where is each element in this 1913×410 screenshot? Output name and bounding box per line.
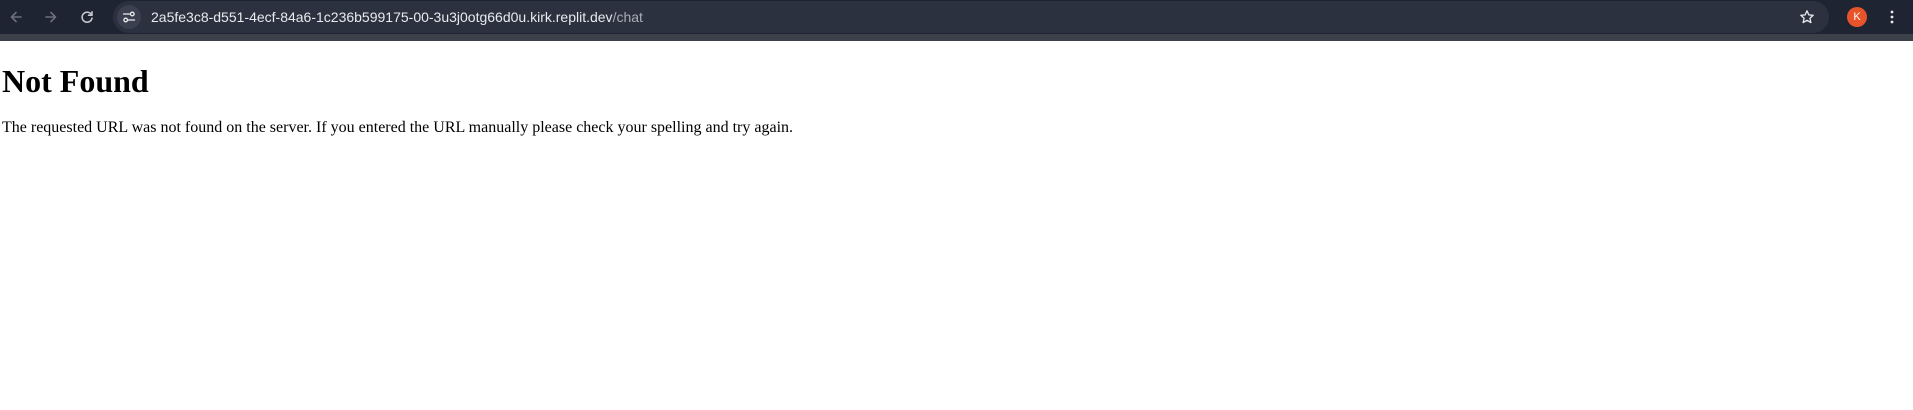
- site-info-icon: [122, 11, 136, 23]
- url-path: /chat: [612, 9, 643, 25]
- address-bar[interactable]: 2a5fe3c8-d551-4ecf-84a6-1c236b599175-00-…: [113, 1, 1829, 33]
- toolbar-divider: [0, 34, 1913, 41]
- forward-button[interactable]: [38, 4, 64, 30]
- browser-menu-button[interactable]: [1880, 5, 1904, 29]
- forward-arrow-icon: [45, 11, 57, 23]
- profile-avatar[interactable]: K: [1847, 7, 1867, 27]
- star-icon: [1800, 10, 1814, 24]
- site-info-button[interactable]: [117, 5, 141, 29]
- url-text[interactable]: 2a5fe3c8-d551-4ecf-84a6-1c236b599175-00-…: [151, 1, 643, 33]
- page-content: Not Found The requested URL was not foun…: [0, 41, 1913, 137]
- reload-icon: [81, 11, 93, 23]
- error-message: The requested URL was not found on the s…: [2, 119, 794, 136]
- back-button[interactable]: [3, 4, 29, 30]
- bookmark-button[interactable]: [1795, 5, 1819, 29]
- browser-toolbar: 2a5fe3c8-d551-4ecf-84a6-1c236b599175-00-…: [0, 0, 1913, 34]
- back-arrow-icon: [10, 11, 22, 23]
- kebab-menu-icon: [1890, 10, 1894, 24]
- reload-button[interactable]: [74, 4, 100, 30]
- url-host: 2a5fe3c8-d551-4ecf-84a6-1c236b599175-00-…: [151, 9, 613, 25]
- page-heading: Not Found: [2, 63, 149, 99]
